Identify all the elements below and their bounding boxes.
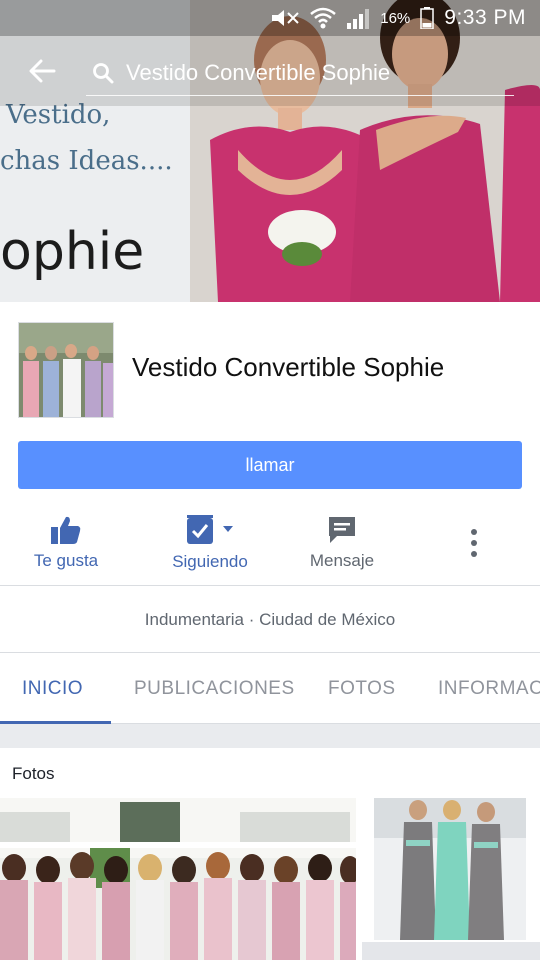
following-icon <box>187 515 233 544</box>
section-divider <box>0 724 540 748</box>
mute-icon <box>270 8 300 28</box>
message-icon <box>329 517 355 543</box>
call-button[interactable]: llamar <box>18 441 522 489</box>
photo-thumbnail[interactable] <box>362 942 540 960</box>
tab-inicio[interactable]: INICIO <box>22 654 83 723</box>
page-category: Indumentaria · Ciudad de México <box>0 587 540 653</box>
like-button[interactable]: Te gusta <box>18 500 114 586</box>
profile-picture-image <box>19 323 113 417</box>
more-icon <box>471 529 477 557</box>
status-bar: 16% 9:33 PM <box>0 0 540 36</box>
message-button[interactable]: Mensaje <box>296 500 388 586</box>
like-label: Te gusta <box>33 551 99 570</box>
search-input[interactable]: Vestido Convertible Sophie <box>86 50 514 96</box>
like-icon <box>51 516 81 544</box>
search-icon <box>86 62 116 84</box>
cover-brand-text: ophie <box>0 222 145 282</box>
page-title: Vestido Convertible Sophie <box>132 352 445 382</box>
back-button[interactable] <box>0 36 84 106</box>
battery-icon <box>420 7 435 29</box>
battery-percent: 16% <box>380 9 411 27</box>
tab-publicaciones[interactable]: PUBLICACIONES <box>134 654 295 723</box>
page-header: Vestido Convertible Sophie <box>0 302 540 438</box>
photo-thumbnail[interactable] <box>0 798 356 960</box>
photo-image-group <box>0 798 356 960</box>
top-bar: Vestido Convertible Sophie <box>0 36 540 106</box>
photos-title: Fotos <box>12 764 55 783</box>
more-button[interactable] <box>448 500 500 586</box>
tab-bar: INICIO PUBLICACIONES FOTOS INFORMACI <box>0 654 540 724</box>
following-button[interactable]: Siguiendo <box>160 500 260 586</box>
message-label: Mensaje <box>309 551 375 570</box>
following-label: Siguiendo <box>172 552 248 571</box>
photos-section: Fotos <box>0 748 540 960</box>
profile-picture[interactable] <box>18 322 114 418</box>
tab-informacion[interactable]: INFORMACI <box>438 654 540 723</box>
wifi-icon <box>310 7 337 29</box>
search-query: Vestido Convertible Sophie <box>126 59 391 85</box>
cover-text-line2: chas Ideas.... <box>0 146 173 176</box>
photo-image-bridesmaids <box>374 798 526 940</box>
back-arrow-icon <box>29 59 56 83</box>
signal-icon <box>346 7 370 29</box>
photo-thumbnail[interactable] <box>374 798 526 940</box>
action-bar: Te gusta Siguiendo Mensaje <box>0 500 540 586</box>
tab-fotos[interactable]: FOTOS <box>328 654 396 723</box>
status-time: 9:33 PM <box>444 6 526 29</box>
